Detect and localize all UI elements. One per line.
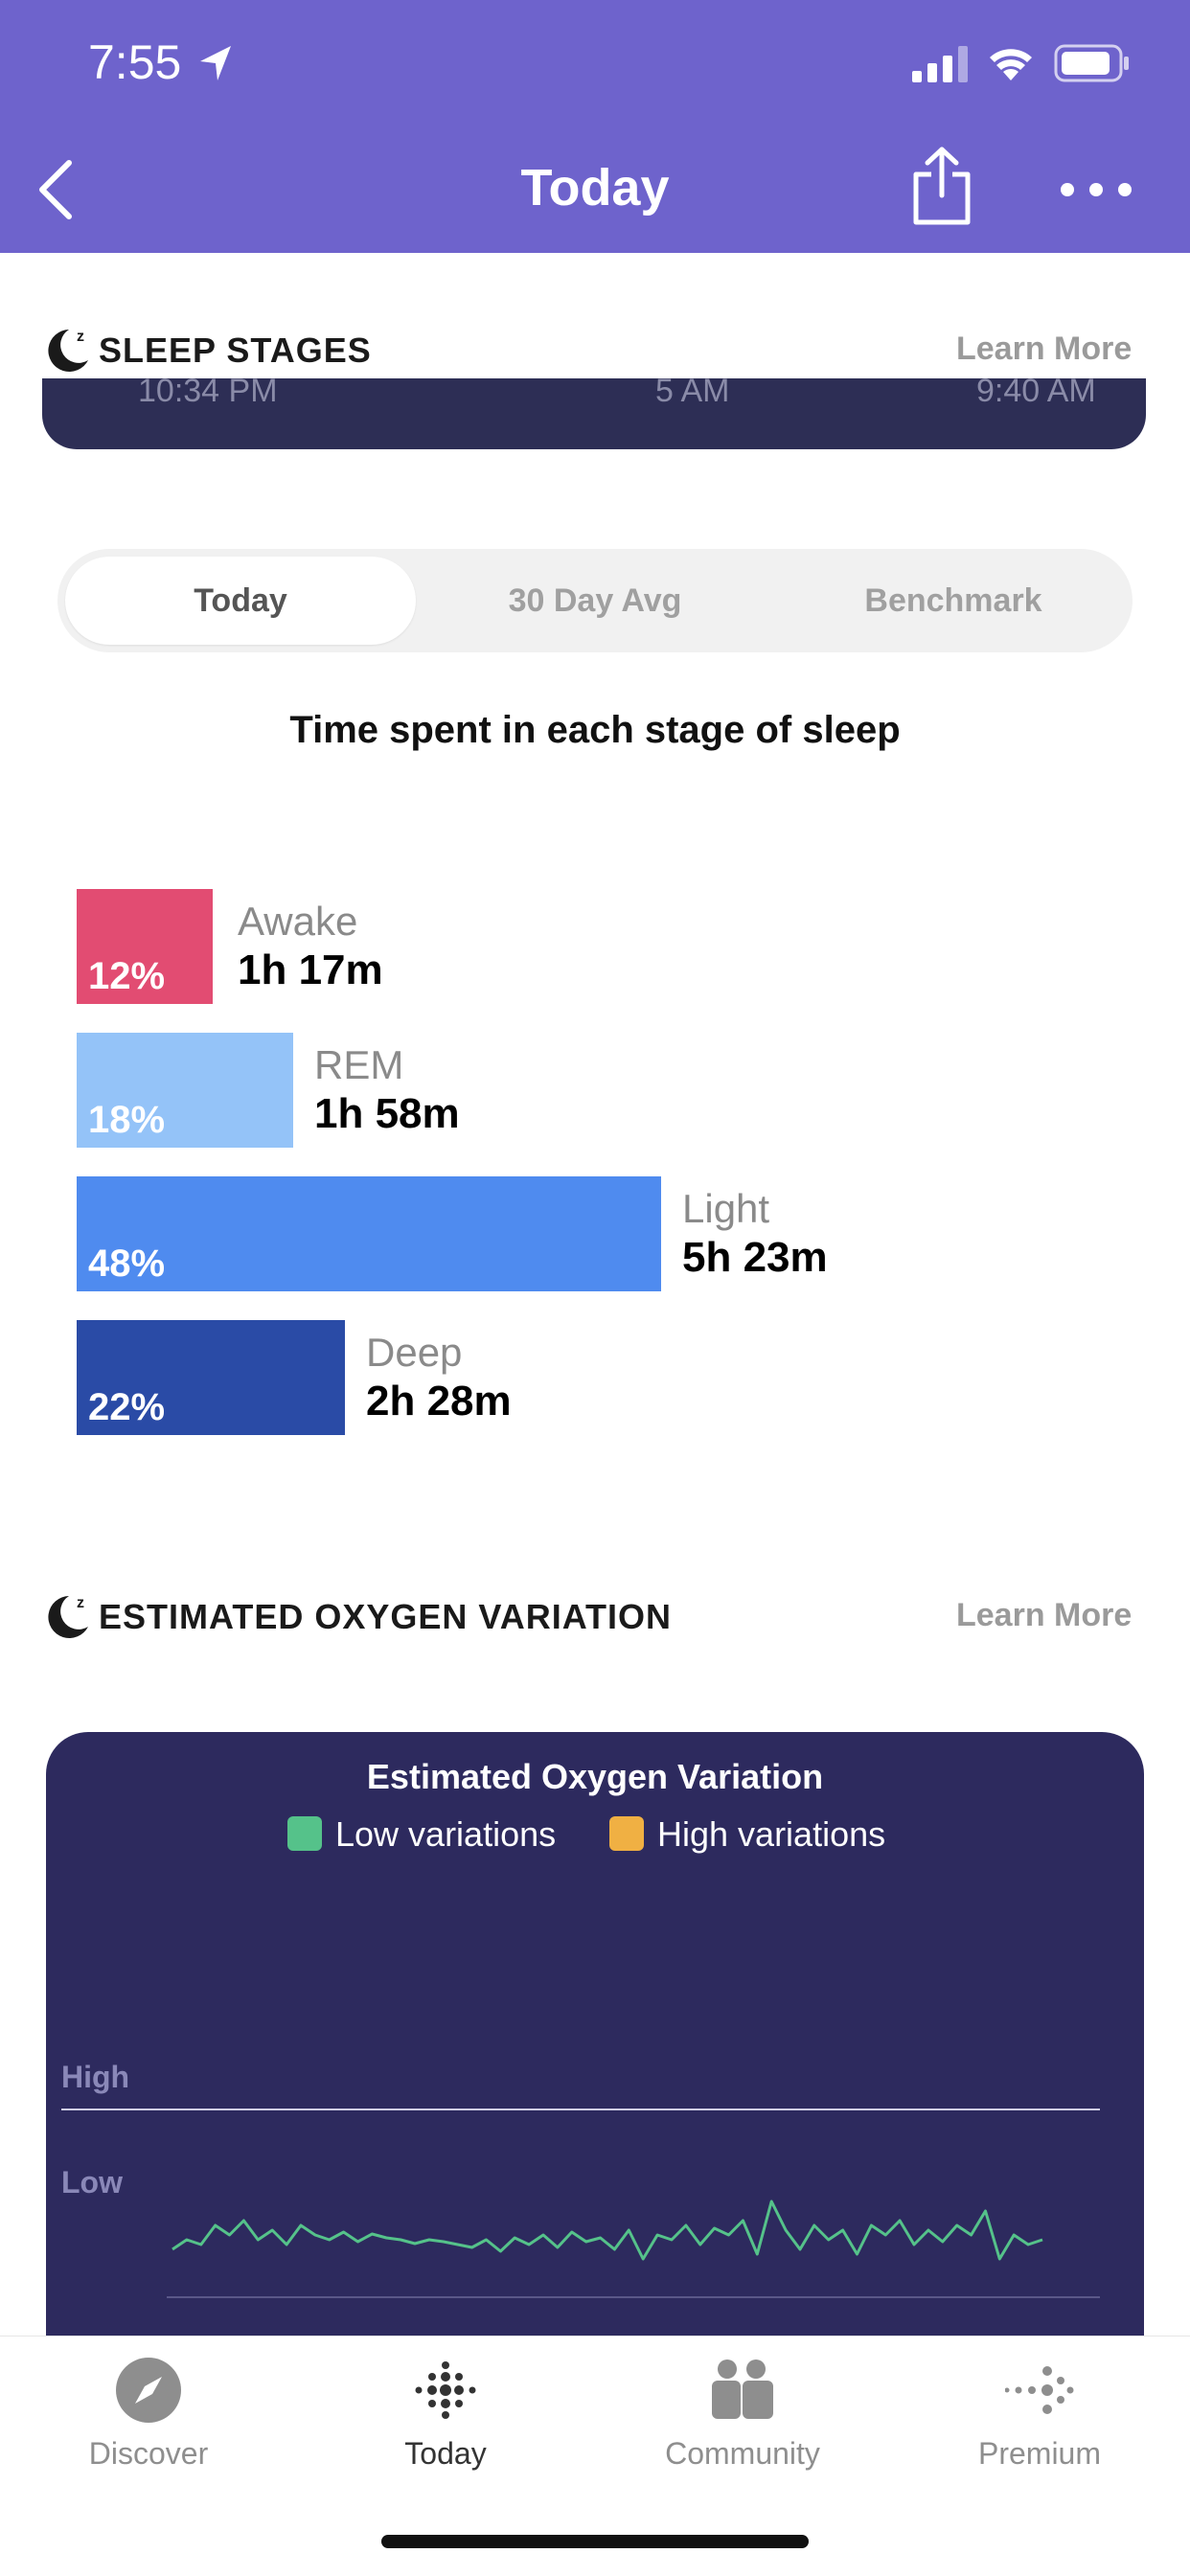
home-indicator xyxy=(381,2535,809,2548)
more-options-icon[interactable] xyxy=(1058,180,1134,199)
wifi-icon xyxy=(990,49,1032,80)
oxygen-line-chart xyxy=(61,2109,1100,2298)
page-title: Today xyxy=(520,159,670,217)
oxygen-learn-more-link[interactable]: Learn More xyxy=(956,1597,1132,1634)
oxygen-section-title: ESTIMATED OXYGEN VARIATION xyxy=(99,1597,673,1636)
sleep-learn-more-link[interactable]: Learn More xyxy=(956,331,1132,368)
location-arrow-icon xyxy=(200,46,231,80)
nav-today[interactable]: Today xyxy=(297,2337,594,2499)
sleep-moon-icon: z xyxy=(48,329,88,372)
svg-text:z: z xyxy=(77,329,84,345)
share-icon[interactable] xyxy=(908,146,975,226)
stage-duration: 5h 23m xyxy=(682,1234,828,1281)
nav-premium[interactable]: Premium xyxy=(891,2337,1188,2499)
sleep-stages-subtitle: Time spent in each stage of sleep xyxy=(289,709,901,751)
nav-label: Premium xyxy=(977,2436,1101,2471)
nav-community[interactable]: Community xyxy=(594,2337,891,2499)
community-people-icon xyxy=(712,2359,773,2419)
stage-name: Light xyxy=(682,1186,770,1231)
tab-benchmark[interactable]: Benchmark xyxy=(774,549,1133,652)
stage-percent: 22% xyxy=(88,1386,166,1428)
premium-dots-icon xyxy=(1005,2366,1074,2414)
stage-bar-awake: 12% xyxy=(77,889,213,1004)
tab-30-day-avg[interactable]: 30 Day Avg xyxy=(416,549,774,652)
nav-label: Community xyxy=(665,2436,820,2471)
stage-name: Deep xyxy=(366,1330,463,1375)
oxygen-series-line xyxy=(172,2200,1043,2261)
stage-duration: 1h 58m xyxy=(314,1090,460,1137)
stage-percent: 18% xyxy=(88,1099,166,1141)
stage-percent: 12% xyxy=(88,955,166,997)
fitbit-dots-icon xyxy=(415,2361,476,2419)
sleep-stages-title: SLEEP STAGES xyxy=(99,331,372,370)
oxygen-chart-card: Estimated Oxygen Variation Low variation… xyxy=(46,1732,1144,2345)
sleep-moon-icon: z xyxy=(48,1595,88,1638)
stage-percent: 48% xyxy=(88,1242,166,1285)
nav-label: Today xyxy=(404,2436,487,2471)
svg-text:z: z xyxy=(77,1595,84,1611)
stage-bar-deep: 22% xyxy=(77,1320,345,1435)
compass-icon xyxy=(116,2358,181,2423)
header-bar: 7:55 Today xyxy=(0,0,1190,253)
tab-today[interactable]: Today xyxy=(65,557,416,645)
stage-duration: 1h 17m xyxy=(238,946,383,993)
stage-bar-rem: 18% xyxy=(77,1033,293,1148)
status-time: 7:55 xyxy=(88,35,182,89)
stage-name: Awake xyxy=(238,899,358,944)
period-tabs: Today 30 Day Avg Benchmark xyxy=(57,549,1133,652)
cellular-signal-icon xyxy=(912,46,968,82)
battery-icon xyxy=(1054,44,1129,82)
nav-label: Discover xyxy=(88,2436,209,2471)
nav-discover[interactable]: Discover xyxy=(0,2337,297,2499)
sleep-timeline-card: 10:34 PM 5 AM 9:40 AM xyxy=(42,373,1146,449)
stage-duration: 2h 28m xyxy=(366,1378,512,1425)
stage-bar-light: 48% xyxy=(77,1176,661,1291)
stage-name: REM xyxy=(314,1042,404,1087)
